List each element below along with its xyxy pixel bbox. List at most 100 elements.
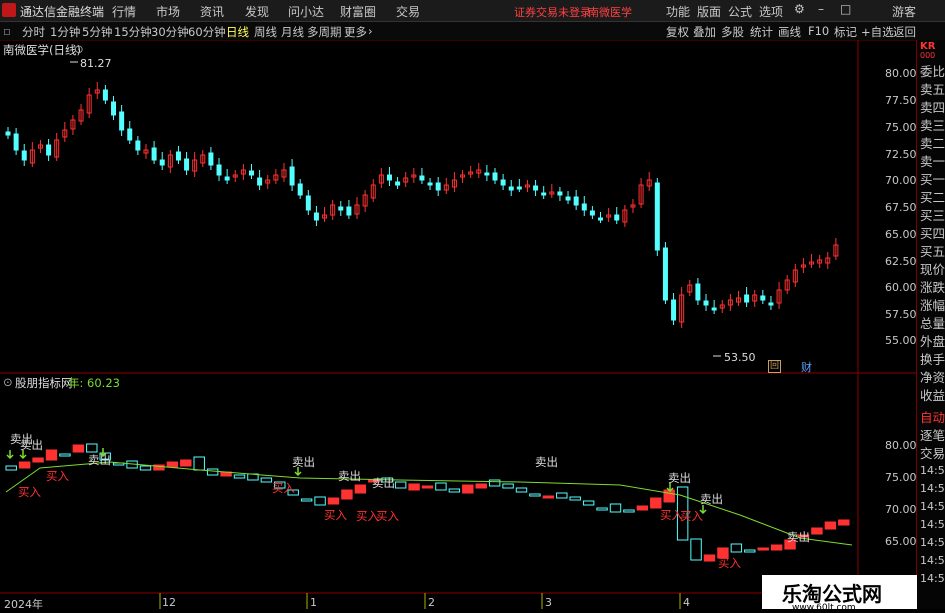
candle-body — [703, 300, 709, 306]
indicator-bar — [260, 477, 273, 483]
finance-badge-icon[interactable]: 财 — [801, 359, 812, 375]
price-tick: 75.00 — [885, 121, 917, 134]
indicator-bar — [636, 505, 649, 511]
indicator-menu-icon[interactable]: ⊙ — [3, 375, 13, 389]
candle-body — [614, 214, 620, 221]
price-tick: 57.50 — [885, 308, 917, 321]
quote-row-label: 卖一 — [920, 154, 945, 169]
candle-body — [419, 175, 425, 181]
tab-tick[interactable]: 逐笔 — [920, 425, 945, 444]
buy-signal: 买入 — [718, 556, 741, 570]
indicator-bar — [663, 489, 675, 503]
quote-row-label: 买二 — [920, 190, 945, 205]
buy-signal: 买入 — [680, 509, 703, 523]
indicator-bar — [770, 544, 783, 551]
indicator-bar — [45, 449, 58, 461]
candle-body — [386, 174, 392, 181]
indicator-bar — [448, 488, 461, 493]
tab-trade[interactable]: 交易 — [920, 443, 945, 462]
price-tick: 65.00 — [885, 228, 917, 241]
candle-body — [541, 192, 547, 196]
indicator-bar — [623, 509, 635, 513]
candle-body — [159, 159, 165, 166]
buy-signal: 买入 — [272, 481, 295, 495]
candle-body — [589, 210, 595, 216]
quote-row-label: 卖二 — [920, 136, 945, 151]
indicator-bar — [609, 503, 622, 513]
quote-row-label: 买四 — [920, 226, 945, 241]
sell-signal: 卖出 — [668, 471, 691, 485]
indicator-bar — [72, 444, 85, 453]
quote-panel: KR 000 委比 卖五 卖四 卖三 卖二 卖一 买一 买二 买三 买四 买五 … — [916, 40, 945, 609]
quote-row-label: 涨幅 — [920, 298, 945, 313]
tab-auto[interactable]: 自动 — [920, 407, 945, 426]
candle-body — [565, 196, 571, 201]
watermark-url: www.60lt.com — [792, 603, 856, 613]
price-tick: 55.00 — [885, 334, 917, 347]
date-axis-label: 12 — [162, 596, 176, 609]
tick-time: 14:55 — [920, 464, 945, 477]
tick-time: 14:56 — [920, 500, 945, 513]
candle-body — [500, 179, 506, 186]
indicator-title: 股朋指标网 — [15, 376, 73, 390]
event-badge-icon[interactable]: 回 — [768, 360, 781, 373]
indicator-bar — [408, 483, 420, 491]
candle-body — [208, 152, 214, 166]
date-axis-label: 1 — [310, 596, 317, 609]
candle-body — [598, 217, 604, 221]
price-tick: 62.50 — [885, 255, 917, 268]
indicator-bar — [32, 457, 44, 463]
quote-row-label: 净资 — [920, 370, 945, 385]
quote-row-label: 总量 — [920, 316, 945, 331]
candle-body — [305, 195, 311, 211]
candle-body — [395, 181, 401, 186]
indicator-bar — [730, 543, 743, 553]
candle-body — [338, 206, 344, 211]
buy-signal: 买入 — [324, 508, 347, 522]
indicator-bar — [5, 465, 17, 471]
candle-body — [119, 111, 125, 131]
buy-signal: 买入 — [376, 509, 399, 523]
indicator-bar — [139, 465, 152, 471]
price-tick: 72.50 — [885, 148, 917, 161]
candle-body — [573, 196, 579, 206]
watermark-box: 乐淘公式网 www.60lt.com — [762, 575, 917, 613]
indicator-bar — [300, 498, 313, 502]
indicator-bar — [596, 507, 608, 511]
chevron-down-icon[interactable]: ⊙ — [74, 42, 84, 56]
quote-row-label: 卖四 — [920, 100, 945, 115]
sell-signal: 卖出 — [20, 438, 43, 452]
tick-time: 14:56 — [920, 554, 945, 567]
sell-signal: 卖出 — [292, 455, 315, 469]
indicator-bar — [421, 485, 434, 489]
indicator-bar — [206, 468, 219, 476]
candlestick-chart[interactable] — [0, 0, 945, 609]
candle-body — [313, 212, 319, 221]
candle-body — [248, 170, 254, 176]
candle-body — [557, 191, 563, 196]
quote-row-label: 换手 — [920, 352, 945, 367]
candle-body — [484, 172, 490, 176]
candle-body — [102, 89, 108, 101]
indicator-tick: 80.00 — [885, 439, 917, 452]
candle-body — [427, 182, 433, 186]
stock-code-sub: 000 — [920, 51, 936, 60]
indicator-bar — [59, 453, 71, 457]
candle-body — [492, 172, 498, 181]
tick-time: 14:56 — [920, 536, 945, 549]
sell-signal: 卖出 — [88, 453, 111, 467]
price-tick: 67.50 — [885, 201, 917, 214]
price-tick: 77.50 — [885, 94, 917, 107]
sell-signal: 卖出 — [372, 476, 395, 490]
indicator-bar — [542, 495, 555, 499]
candle-body — [711, 307, 717, 311]
candle-body — [671, 299, 677, 321]
indicator-bar — [744, 549, 756, 553]
quote-row-label: 卖五 — [920, 82, 945, 97]
quote-row-label: 委比 — [920, 64, 945, 79]
candle-body — [695, 283, 701, 301]
indicator-bar — [166, 461, 179, 468]
quote-row-label: 涨跌 — [920, 280, 945, 295]
price-tick: 70.00 — [885, 174, 917, 187]
date-axis-label: 4 — [683, 596, 690, 609]
